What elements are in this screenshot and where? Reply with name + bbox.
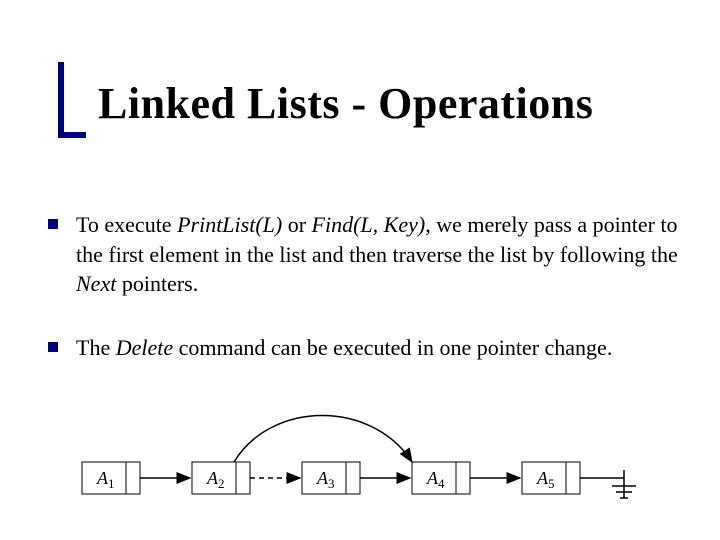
- text: The: [76, 335, 116, 360]
- cmd-delete: Delete: [116, 335, 173, 360]
- func-printlist: PrintList(L): [177, 212, 282, 237]
- bullet-2-text: The Delete command can be executed in on…: [76, 333, 612, 363]
- text: or: [282, 212, 311, 237]
- bullet-icon: [48, 219, 58, 229]
- field-next: Next: [76, 271, 116, 296]
- bullet-icon: [48, 342, 58, 352]
- page-title: Linked Lists - Operations: [98, 78, 593, 129]
- accent-bar-vertical: [58, 62, 64, 138]
- bullet-1-text: To execute PrintList(L) or Find(L, Key),…: [76, 210, 678, 299]
- text: pointers.: [116, 271, 198, 296]
- slide: Linked Lists - Operations To execute Pri…: [0, 0, 720, 540]
- node-a3: A3: [302, 462, 410, 494]
- func-find: Find(L, Key): [312, 212, 426, 237]
- text: command can be executed in one pointer c…: [173, 335, 612, 360]
- diagram-svg: A1 A2 A3 A4: [72, 420, 672, 530]
- accent-bar-horizontal: [58, 132, 86, 138]
- linked-list-diagram: A1 A2 A3 A4: [72, 420, 672, 520]
- text: To execute: [76, 212, 177, 237]
- bullet-2: The Delete command can be executed in on…: [48, 333, 678, 363]
- bullet-1: To execute PrintList(L) or Find(L, Key),…: [48, 210, 678, 299]
- skip-arrow: [234, 416, 412, 463]
- body-text: To execute PrintList(L) or Find(L, Key),…: [48, 210, 678, 397]
- node-a2: A2: [192, 462, 300, 494]
- null-terminator-icon: [612, 470, 636, 498]
- node-a5: A5: [522, 462, 636, 498]
- node-a1: A1: [82, 462, 190, 494]
- node-a4: A4: [412, 462, 520, 494]
